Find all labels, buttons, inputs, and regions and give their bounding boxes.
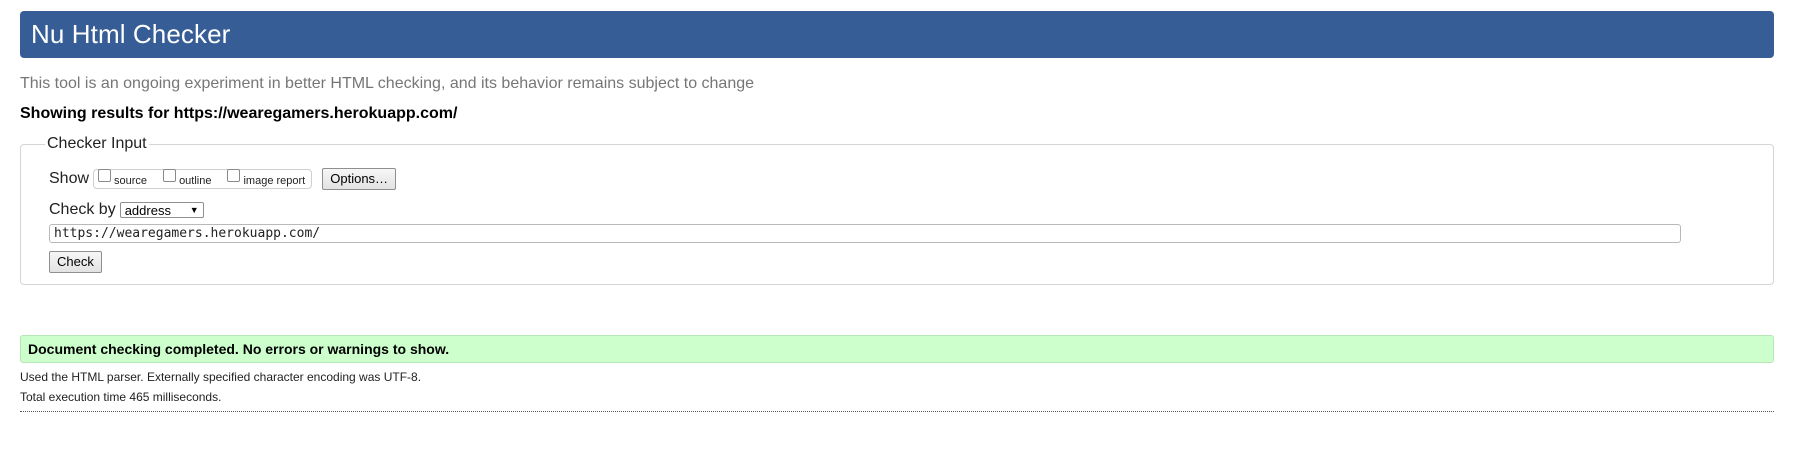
parser-info: Used the HTML parser. Externally specifi… <box>20 370 422 384</box>
check-by-select[interactable]: address ▼ <box>119 202 204 218</box>
option-image-report[interactable]: image report <box>227 168 306 187</box>
options-button[interactable]: Options… <box>322 168 397 190</box>
checker-input-fieldset: Checker Input Show source outline image … <box>20 135 1774 285</box>
show-label: Show <box>49 170 90 187</box>
header-banner: Nu Html Checker <box>20 11 1774 58</box>
source-label: source <box>114 174 148 187</box>
fieldset-legend: Checker Input <box>47 135 147 152</box>
tagline: This tool is an ongoing experiment in be… <box>20 75 755 92</box>
check-by-label: Check by <box>49 201 116 218</box>
success-message: Document checking completed. No errors o… <box>20 335 1774 363</box>
url-input[interactable]: https://wearegamers.herokuapp.com/ <box>49 224 1681 243</box>
outline-checkbox[interactable] <box>163 168 177 182</box>
page: Nu Html Checker This tool is an ongoing … <box>20 11 1774 412</box>
image-report-checkbox[interactable] <box>227 168 241 182</box>
source-checkbox[interactable] <box>98 168 112 182</box>
option-outline[interactable]: outline <box>163 168 212 187</box>
check-button-row: Check <box>49 251 1745 273</box>
dropdown-arrow-icon: ▼ <box>189 205 199 215</box>
execution-time: Total execution time 465 milliseconds. <box>20 390 222 404</box>
show-row: Show source outline image report Options… <box>49 167 1745 191</box>
check-by-row: Check by address ▼ <box>49 200 1745 220</box>
page-title: Nu Html Checker <box>31 19 231 49</box>
image-report-label: image report <box>243 174 306 187</box>
option-source[interactable]: source <box>98 168 148 187</box>
results-heading: Showing results for https://wearegamers.… <box>20 105 458 122</box>
divider <box>20 411 1774 412</box>
check-by-value: address <box>124 202 171 218</box>
outline-label: outline <box>179 174 212 187</box>
show-options-group: source outline image report <box>93 168 313 189</box>
check-button[interactable]: Check <box>49 251 102 273</box>
